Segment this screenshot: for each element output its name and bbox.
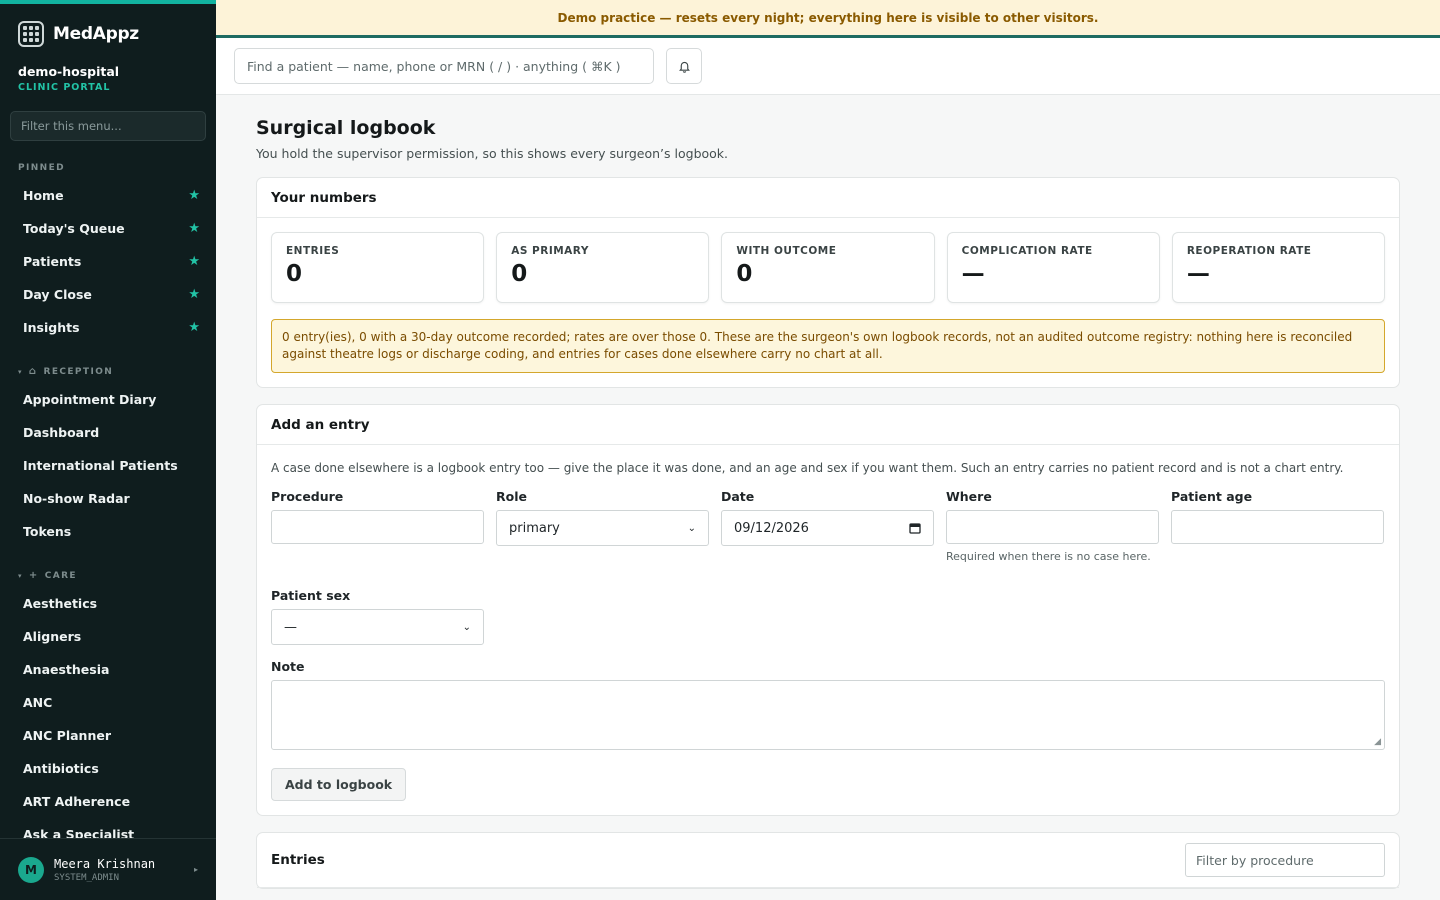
sidebar-item-art-adherence[interactable]: ART Adherence [0, 785, 216, 818]
notifications-button[interactable] [666, 48, 702, 84]
sidebar: MedAppz demo-hospital CLINIC PORTAL Filt… [0, 0, 216, 900]
stat-as-primary: AS PRIMARY 0 [496, 232, 710, 303]
role-select[interactable]: primary ⌄ [496, 510, 709, 546]
section-label-care[interactable]: ▾ + CARE [0, 570, 216, 581]
note-label: Note [271, 659, 305, 674]
demo-banner: Demo practice — resets every night; ever… [216, 0, 1440, 38]
sidebar-item-anc-planner[interactable]: ANC Planner [0, 719, 216, 752]
sidebar-item-todays-queue[interactable]: Today's Queue ★ [0, 212, 216, 245]
section-label-reception[interactable]: ▾ ⌂ RECEPTION [0, 366, 216, 377]
star-icon[interactable]: ★ [188, 221, 200, 236]
caret-icon: ▸ [193, 865, 198, 874]
entries-title: Entries [271, 852, 325, 868]
stat-with-outcome: WITH OUTCOME 0 [721, 232, 935, 303]
stat-entries: ENTRIES 0 [271, 232, 485, 303]
sidebar-item-insights[interactable]: Insights ★ [0, 311, 216, 344]
calendar-icon[interactable] [909, 522, 921, 534]
tenant-name: demo-hospital [18, 64, 120, 79]
stat-complication-rate: COMPLICATION RATE — [946, 232, 1160, 303]
sidebar-item-aesthetics[interactable]: Aesthetics [0, 587, 216, 620]
page-content: Surgical logbook You hold the supervisor… [216, 95, 1440, 889]
form-row-2: Patient sex — ⌄ [271, 588, 1385, 645]
sidebar-item-anaesthesia[interactable]: Anaesthesia [0, 653, 216, 686]
star-icon[interactable]: ★ [188, 320, 200, 335]
where-hint: Required when there is no case here. [946, 550, 1151, 563]
menu-filter-input[interactable]: Filter this menu... [10, 111, 206, 141]
sidebar-item-tokens[interactable]: Tokens [0, 515, 216, 548]
home-icon: ⌂ [28, 366, 38, 377]
stats-row: ENTRIES 0 AS PRIMARY 0 WITH OUTCOME 0 COMPL… [271, 232, 1386, 303]
topbar: Find a patient — name, phone or MRN ( / … [216, 38, 1440, 95]
page-subtitle: You hold the supervisor permission, so t… [256, 146, 729, 161]
plus-icon: + [28, 570, 39, 581]
star-icon[interactable]: ★ [188, 254, 200, 269]
user-name: Meera Krishnan [54, 856, 156, 871]
tenant-info: demo-hospital CLINIC PORTAL [0, 50, 216, 93]
sex-select[interactable]: — ⌄ [271, 609, 484, 645]
age-input[interactable] [1171, 510, 1384, 544]
bell-icon [678, 61, 690, 73]
note-field: Note ◢ [271, 659, 1385, 750]
chevron-down-icon: ⌄ [687, 522, 696, 534]
procedure-filter-input[interactable]: Filter by procedure [1185, 843, 1385, 877]
note-textarea[interactable]: ◢ [271, 680, 1385, 750]
sidebar-item-no-show-radar[interactable]: No-show Radar [0, 482, 216, 515]
procedure-field: Procedure [271, 489, 484, 563]
caret-down-icon: ▾ [18, 367, 23, 376]
add-entry-title: Add an entry [257, 405, 1399, 445]
stat-reoperation-rate: REOPERATION RATE — [1171, 232, 1386, 303]
brand-name: MedAppz [53, 24, 139, 44]
patient-search-input[interactable]: Find a patient — name, phone or MRN ( / … [234, 48, 654, 84]
sidebar-item-day-close[interactable]: Day Close ★ [0, 278, 216, 311]
entries-card: Entries Filter by procedure [256, 832, 1400, 889]
age-label: Patient age [1171, 489, 1253, 504]
sidebar-item-home[interactable]: Home ★ [0, 179, 216, 212]
where-field: Where Required when there is no case her… [946, 489, 1159, 563]
add-entry-help: A case done elsewhere is a logbook entry… [271, 461, 1344, 475]
numbers-card-title: Your numbers [257, 178, 1399, 218]
caret-down-icon: ▾ [18, 571, 23, 580]
where-input[interactable] [946, 510, 1159, 544]
sidebar-item-antibiotics[interactable]: Antibiotics [0, 752, 216, 785]
star-icon[interactable]: ★ [188, 188, 200, 203]
role-label: Role [496, 489, 527, 504]
sidebar-item-patients[interactable]: Patients ★ [0, 245, 216, 278]
age-field: Patient age [1171, 489, 1384, 563]
user-info: Meera Krishnan SYSTEM_ADMIN [54, 857, 155, 883]
procedure-label: Procedure [271, 489, 344, 504]
resize-handle-icon[interactable]: ◢ [1374, 737, 1381, 747]
date-label: Date [721, 489, 755, 504]
date-field: Date 09/12/2026 [721, 489, 934, 563]
page-title: Surgical logbook [256, 117, 436, 139]
add-entry-card: Add an entry A case done elsewhere is a … [256, 404, 1400, 816]
add-to-logbook-button[interactable]: Add to logbook [271, 768, 407, 801]
user-role: SYSTEM_ADMIN [54, 872, 120, 883]
sidebar-item-anc[interactable]: ANC [0, 686, 216, 719]
entries-header: Entries Filter by procedure [257, 833, 1399, 888]
user-menu[interactable]: M Meera Krishnan SYSTEM_ADMIN ▸ [0, 838, 216, 900]
chevron-down-icon: ⌄ [462, 621, 471, 633]
brand[interactable]: MedAppz [0, 4, 216, 50]
sex-field: Patient sex — ⌄ [271, 588, 484, 645]
form-row-1: Procedure Role primary⌄ Date 09/12/2026 [271, 489, 1385, 563]
numbers-card: Your numbers ENTRIES 0 AS PRIMARY 0 WITH O… [256, 177, 1400, 388]
star-icon[interactable]: ★ [188, 287, 200, 302]
tenant-subtitle: CLINIC PORTAL [18, 82, 111, 93]
section-label-pinned: PINNED [18, 163, 66, 173]
avatar: M [18, 856, 44, 883]
sidebar-item-aligners[interactable]: Aligners [0, 620, 216, 653]
main-area: Demo practice — resets every night; ever… [216, 0, 1440, 900]
role-field: Role primary ⌄ [496, 489, 709, 563]
sidebar-item-international-patients[interactable]: International Patients [0, 449, 216, 482]
date-input[interactable]: 09/12/2026 [721, 510, 934, 546]
grid-logo-icon [18, 21, 44, 47]
where-label: Where [946, 489, 992, 504]
sidebar-item-dashboard[interactable]: Dashboard [0, 416, 216, 449]
sex-label: Patient sex [271, 588, 351, 603]
procedure-input[interactable] [271, 510, 484, 544]
disclaimer-notice: 0 entry(ies), 0 with a 30-day outcome re… [271, 319, 1385, 373]
sidebar-item-appointment-diary[interactable]: Appointment Diary [0, 383, 216, 416]
